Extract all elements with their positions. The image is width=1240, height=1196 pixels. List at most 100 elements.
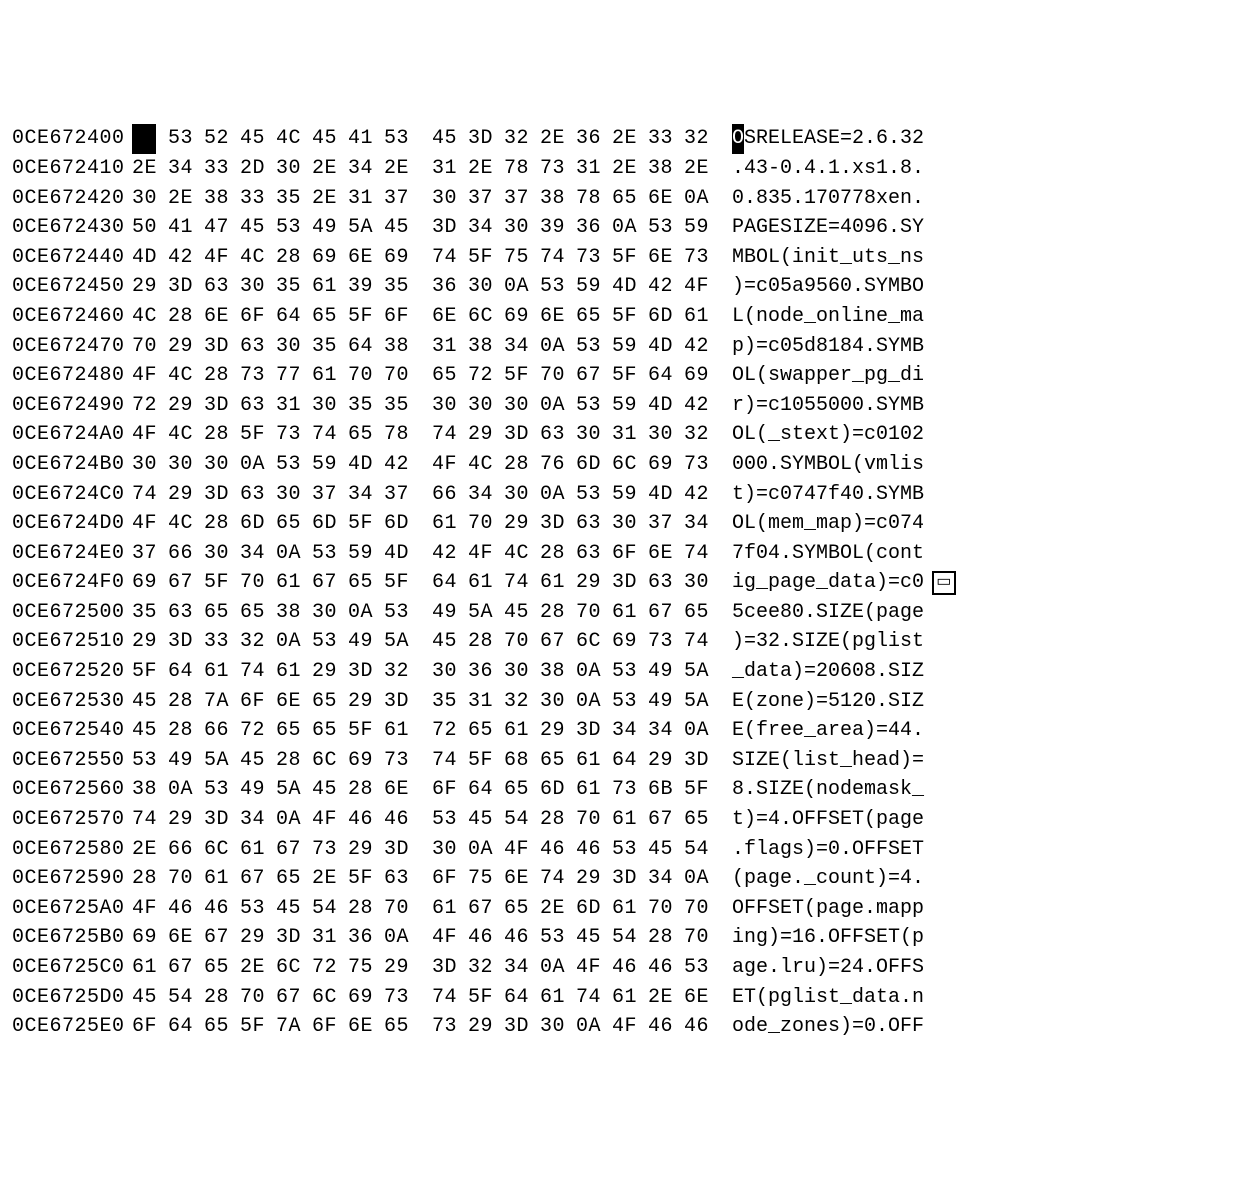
- hex-byte[interactable]: 3D: [432, 213, 456, 243]
- hex-byte[interactable]: 65: [276, 716, 300, 746]
- hex-byte[interactable]: 53: [276, 450, 300, 480]
- ascii-char[interactable]: 4: [900, 716, 912, 746]
- ascii-char[interactable]: .: [900, 983, 912, 1013]
- ascii-char[interactable]: d: [840, 775, 852, 805]
- ascii-char[interactable]: .: [864, 480, 876, 510]
- ascii-char[interactable]: c: [768, 332, 780, 362]
- hex-byte[interactable]: 72: [432, 716, 456, 746]
- ascii-char[interactable]: _: [756, 568, 768, 598]
- hex-byte[interactable]: 30: [504, 391, 528, 421]
- hex-byte[interactable]: 29: [240, 923, 264, 953]
- ascii-char[interactable]: A: [744, 213, 756, 243]
- ascii-char[interactable]: T: [744, 983, 756, 1013]
- ascii-char[interactable]: z: [756, 687, 768, 717]
- ascii-char[interactable]: i: [804, 983, 816, 1013]
- hex-byte[interactable]: 63: [384, 864, 408, 894]
- ascii-char[interactable]: _: [912, 775, 924, 805]
- hex-byte[interactable]: 30: [132, 184, 156, 214]
- hex-byte[interactable]: 29: [168, 332, 192, 362]
- ascii-char[interactable]: 0: [828, 391, 840, 421]
- hex-byte[interactable]: 49: [240, 775, 264, 805]
- ascii-char[interactable]: F: [876, 835, 888, 865]
- hex-bytes[interactable]: 5F64617461293D32303630380A53495A: [132, 657, 720, 687]
- ascii-char[interactable]: S: [780, 213, 792, 243]
- hex-byte[interactable]: 28: [276, 746, 300, 776]
- hex-bytes[interactable]: 6167652E6C7275293D32340A4F464653: [132, 953, 720, 983]
- ascii-char[interactable]: .: [816, 154, 828, 184]
- ascii-char[interactable]: w: [780, 361, 792, 391]
- hex-byte[interactable]: 0A: [168, 775, 192, 805]
- ascii-char[interactable]: l: [792, 983, 804, 1013]
- hex-byte[interactable]: 59: [684, 213, 708, 243]
- hex-byte[interactable]: 2E: [312, 154, 336, 184]
- ascii-char[interactable]: g: [876, 361, 888, 391]
- hex-bytes[interactable]: 6F64655F7A6F6E6573293D300A4F4646: [132, 1012, 720, 1042]
- hex-byte[interactable]: 28: [504, 450, 528, 480]
- hex-byte[interactable]: 5A: [384, 627, 408, 657]
- hex-byte[interactable]: 3D: [612, 568, 636, 598]
- ascii-char[interactable]: S: [876, 332, 888, 362]
- hex-byte[interactable]: 61: [204, 657, 228, 687]
- hex-byte[interactable]: 4D: [648, 391, 672, 421]
- ascii-char[interactable]: f: [828, 480, 840, 510]
- ascii-char[interactable]: n: [804, 1012, 816, 1042]
- ascii-char[interactable]: _: [768, 420, 780, 450]
- hex-byte[interactable]: 45: [132, 716, 156, 746]
- ascii-char[interactable]: =: [816, 835, 828, 865]
- hex-byte[interactable]: 45: [240, 746, 264, 776]
- ascii-char[interactable]: 5: [792, 332, 804, 362]
- ascii-char[interactable]: a: [792, 272, 804, 302]
- hex-byte[interactable]: 61: [240, 835, 264, 865]
- hex-byte[interactable]: 34: [240, 805, 264, 835]
- ascii-char[interactable]: e: [804, 420, 816, 450]
- ascii-char[interactable]: 4: [768, 805, 780, 835]
- ascii-char[interactable]: _: [840, 243, 852, 273]
- hex-byte[interactable]: 65: [684, 805, 708, 835]
- ascii-char[interactable]: v: [864, 450, 876, 480]
- hex-byte[interactable]: 67: [276, 835, 300, 865]
- hex-byte[interactable]: 5A: [468, 598, 492, 628]
- ascii-char[interactable]: Z: [780, 775, 792, 805]
- hex-byte[interactable]: 28: [168, 687, 192, 717]
- ascii-char[interactable]: 4: [804, 480, 816, 510]
- hex-byte[interactable]: 6D: [576, 450, 600, 480]
- hex-row[interactable]: 0CE6725D045542870676C6973745F646174612E6…: [12, 983, 924, 1013]
- ascii-char[interactable]: 1: [840, 687, 852, 717]
- hex-byte[interactable]: 30: [432, 657, 456, 687]
- hex-byte[interactable]: 28: [348, 894, 372, 924]
- ascii-char[interactable]: t: [864, 864, 876, 894]
- ascii-char[interactable]: O: [792, 805, 804, 835]
- hex-byte[interactable]: 0A: [384, 923, 408, 953]
- ascii-char[interactable]: .: [876, 657, 888, 687]
- ascii-char[interactable]: s: [912, 243, 924, 273]
- ascii-cell[interactable]: 8.SIZE(nodemask_: [732, 775, 924, 805]
- hex-byte[interactable]: 53: [612, 835, 636, 865]
- ascii-char[interactable]: n: [780, 687, 792, 717]
- ascii-char[interactable]: l: [876, 627, 888, 657]
- ascii-char[interactable]: 7: [792, 480, 804, 510]
- ascii-char[interactable]: ): [804, 835, 816, 865]
- hex-byte[interactable]: 73: [240, 361, 264, 391]
- ascii-char[interactable]: p: [732, 332, 744, 362]
- hex-byte[interactable]: 54: [612, 923, 636, 953]
- ascii-char[interactable]: O: [828, 923, 840, 953]
- hex-byte[interactable]: 70: [540, 361, 564, 391]
- hex-byte[interactable]: 4F: [468, 539, 492, 569]
- hex-byte[interactable]: 63: [576, 509, 600, 539]
- hex-byte[interactable]: 33: [204, 154, 228, 184]
- hex-byte[interactable]: 34: [648, 864, 672, 894]
- ascii-char[interactable]: Y: [912, 213, 924, 243]
- ascii-char[interactable]: 4: [888, 716, 900, 746]
- ascii-char[interactable]: i: [912, 361, 924, 391]
- ascii-char[interactable]: 4: [912, 509, 924, 539]
- hex-byte[interactable]: 37: [312, 480, 336, 510]
- hex-byte[interactable]: 53: [384, 598, 408, 628]
- hex-byte[interactable]: 36: [468, 657, 492, 687]
- hex-byte[interactable]: 59: [612, 480, 636, 510]
- hex-byte[interactable]: 64: [504, 983, 528, 1013]
- ascii-char[interactable]: =: [744, 627, 756, 657]
- ascii-char[interactable]: s: [864, 154, 876, 184]
- ascii-char[interactable]: B: [912, 391, 924, 421]
- ascii-char[interactable]: 0: [864, 1012, 876, 1042]
- ascii-char[interactable]: Y: [792, 450, 804, 480]
